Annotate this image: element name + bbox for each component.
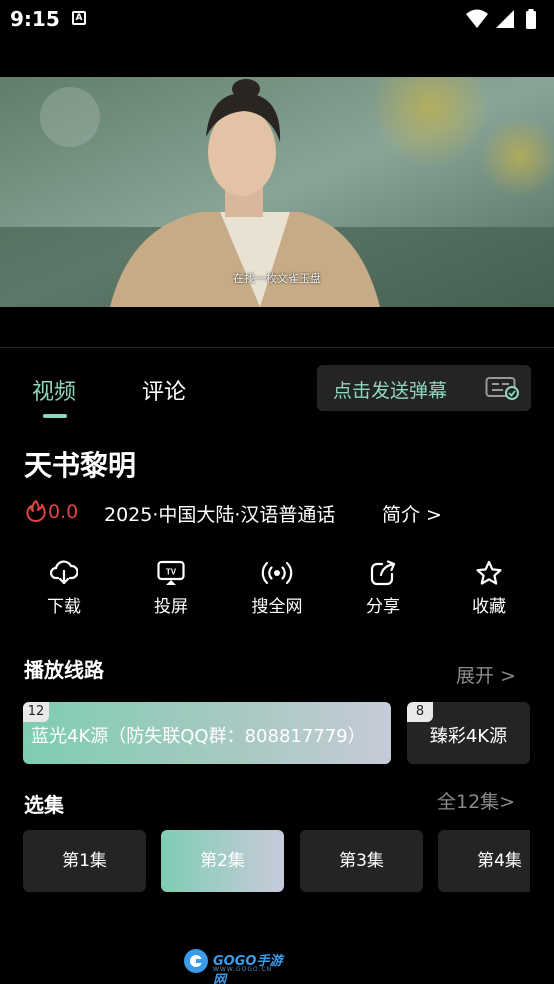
- search-web-label: 搜全网: [251, 597, 303, 617]
- gogo-logo-icon: [184, 949, 208, 973]
- tab-video[interactable]: 视频: [32, 374, 76, 406]
- send-danmaku-button[interactable]: 点击发送弹幕: [317, 365, 531, 411]
- episodes-title: 选集: [24, 793, 64, 817]
- battery-icon: [526, 11, 536, 29]
- episodes-all-link[interactable]: 全12集>: [437, 787, 515, 814]
- watermark-url: WWW.GOGO.CN: [213, 966, 273, 973]
- share-icon: [370, 560, 396, 586]
- favorite-button[interactable]: 收藏: [449, 560, 529, 617]
- source-line-zhencai[interactable]: 8 臻彩4K源: [407, 702, 530, 764]
- source-count-badge: 8: [407, 702, 433, 722]
- share-button[interactable]: 分享: [343, 560, 423, 617]
- divider: [0, 347, 554, 348]
- status-bar: 9:15 A: [0, 0, 554, 38]
- sources-expand-link[interactable]: 展开 >: [456, 661, 516, 688]
- heat-score-value: 0.0: [48, 501, 79, 523]
- tab-comments[interactable]: 评论: [142, 374, 186, 406]
- watermark-logo: GOGO手游网 WWW.GOGO.CN: [183, 946, 293, 984]
- cast-label: 投屏: [154, 597, 188, 617]
- danmaku-settings-icon: [485, 377, 519, 400]
- video-subtitle: 在找一枚文雀玉盘: [233, 272, 321, 285]
- broadcast-icon: [261, 561, 293, 585]
- cast-button[interactable]: TV 投屏: [131, 560, 211, 617]
- signal-icon: [496, 10, 514, 28]
- favorite-label: 收藏: [472, 597, 506, 617]
- episode-list: 第1集 第2集 第3集 第4集: [0, 830, 530, 892]
- svg-text:TV: TV: [166, 568, 177, 577]
- wifi-icon: [466, 9, 488, 28]
- show-title: 天书黎明: [24, 449, 137, 482]
- source-count-badge: 12: [23, 702, 49, 722]
- flame-icon: [26, 500, 46, 522]
- download-icon: [50, 560, 78, 585]
- sources-title: 播放线路: [24, 658, 104, 682]
- star-icon: [476, 560, 502, 585]
- episode-3-button[interactable]: 第3集: [300, 830, 423, 892]
- search-web-button[interactable]: 搜全网: [237, 560, 317, 617]
- intro-link[interactable]: 简介 >: [382, 500, 442, 527]
- notification-icon: A: [72, 11, 86, 25]
- tab-active-indicator: [43, 414, 67, 418]
- show-meta: 2025·中国大陆·汉语普通话: [104, 504, 336, 526]
- source-line-bluray[interactable]: 12 蓝光4K源（防失联QQ群：808817779）: [23, 702, 391, 764]
- episode-1-button[interactable]: 第1集: [23, 830, 146, 892]
- episode-2-button[interactable]: 第2集: [161, 830, 284, 892]
- download-label: 下载: [47, 597, 81, 617]
- download-button[interactable]: 下载: [24, 560, 104, 617]
- share-label: 分享: [366, 597, 400, 617]
- system-status-icons: [466, 9, 536, 29]
- tv-cast-icon: TV: [157, 560, 185, 585]
- episode-4-button[interactable]: 第4集: [438, 830, 530, 892]
- status-time: 9:15: [10, 7, 60, 31]
- source-line-name: 臻彩4K源: [429, 726, 508, 747]
- send-danmaku-label: 点击发送弹幕: [333, 380, 448, 402]
- source-line-name: 蓝光4K源（防失联QQ群：808817779）: [31, 726, 366, 747]
